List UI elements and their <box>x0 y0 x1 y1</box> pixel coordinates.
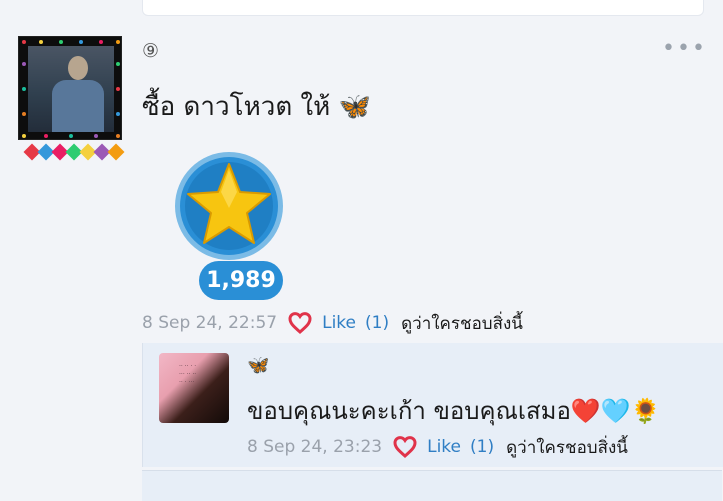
next-reply-card <box>142 470 722 501</box>
reply-see-who-liked-link[interactable]: ดูว่าใครชอบสิ่งนี้ <box>506 434 628 461</box>
post-number-icon: ⑨ <box>142 40 160 62</box>
reply-like-heart-icon[interactable] <box>393 436 417 458</box>
like-button[interactable]: Like <box>322 313 356 333</box>
reply-card: ·· ·· · · ··· ·· ·· ·· · ··· 🦋 ขอบคุณนะคะเ… <box>142 343 723 467</box>
star-vote-count: 1,989 <box>199 261 283 300</box>
reply-username[interactable]: 🦋 <box>247 355 269 376</box>
user-badges <box>22 140 125 166</box>
post-timestamp: 8 Sep 24, 22:57 <box>142 313 278 333</box>
previous-post-card <box>142 0 704 16</box>
post-meta: 8 Sep 24, 22:57 Like (1) ดูว่าใครชอบสิ่ง… <box>142 311 523 335</box>
reply-timestamp: 8 Sep 24, 23:23 <box>247 437 383 457</box>
avatar[interactable] <box>18 36 122 140</box>
reply-avatar[interactable]: ·· ·· · · ··· ·· ·· ·· · ··· <box>159 353 229 423</box>
reply-meta: 8 Sep 24, 23:23 Like (1) ดูว่าใครชอบสิ่ง… <box>247 435 628 459</box>
reply-text: ขอบคุณนะคะเก้า ขอบคุณเสมอ❤️🩵🌻 <box>247 397 661 425</box>
reply-like-button[interactable]: Like <box>427 437 461 457</box>
more-options-icon[interactable]: ••• <box>662 36 707 61</box>
post-text: ซื้อ ดาวโหวต ให้ 🦋 <box>142 92 371 122</box>
star-vote-sticker-icon <box>173 152 285 264</box>
like-heart-icon[interactable] <box>288 312 312 334</box>
avatar-photo <box>28 46 114 132</box>
like-count[interactable]: (1) <box>365 313 389 333</box>
reply-like-count[interactable]: (1) <box>470 437 494 457</box>
see-who-liked-link[interactable]: ดูว่าใครชอบสิ่งนี้ <box>401 310 523 337</box>
